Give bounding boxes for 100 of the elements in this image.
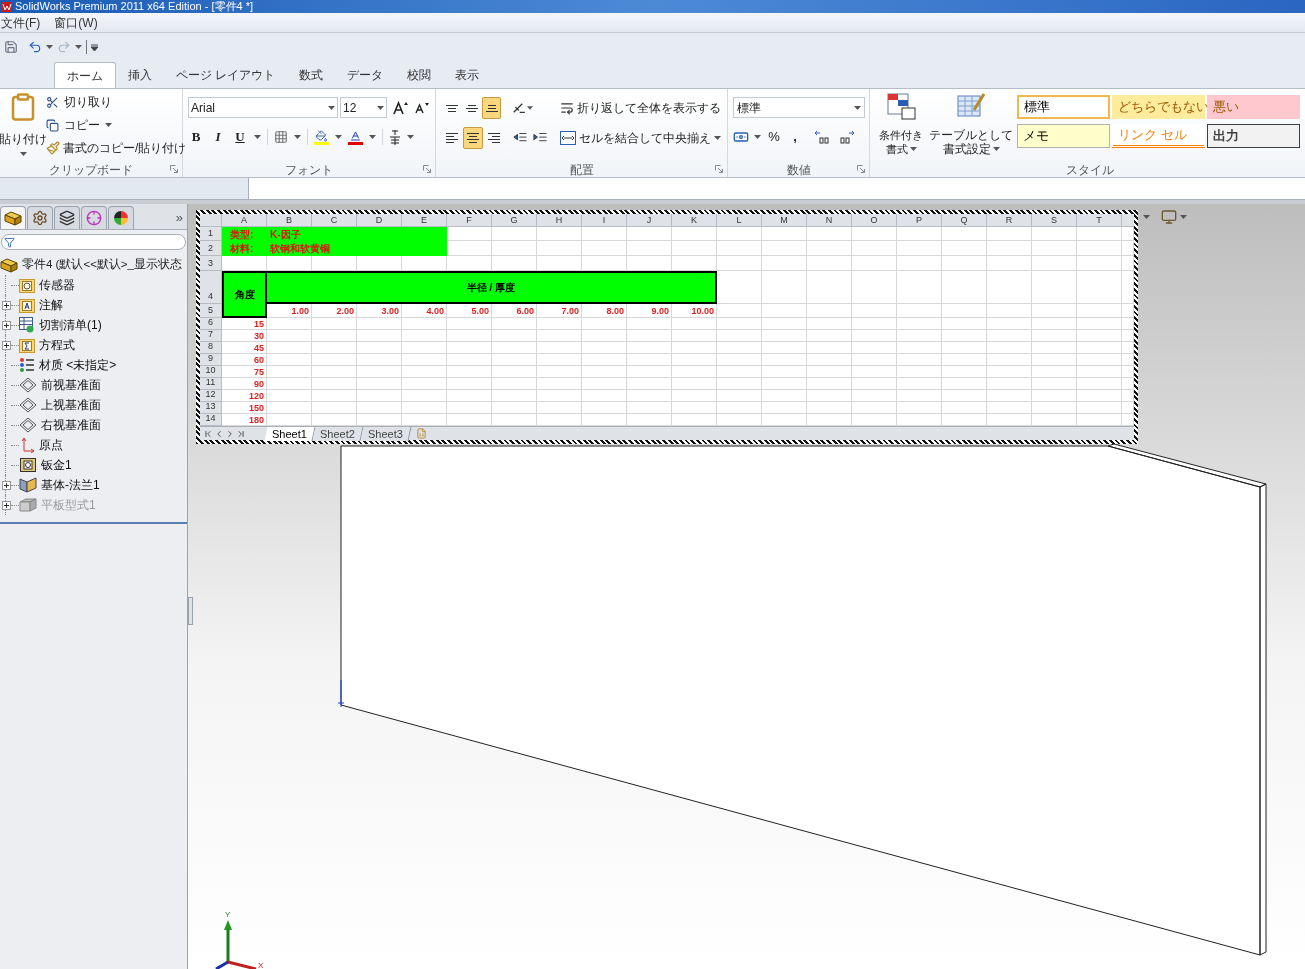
save-icon[interactable] <box>4 40 18 54</box>
phonetic-icon[interactable] <box>389 129 401 145</box>
column-header[interactable]: B <box>267 214 312 227</box>
conditional-format-button[interactable]: 条件付き 書式 <box>875 92 927 161</box>
row-header[interactable]: 14 <box>200 414 222 426</box>
tree-item[interactable]: 前视基准面 <box>41 376 101 394</box>
row-header[interactable]: 11 <box>200 378 222 390</box>
tree-item[interactable]: 上视基准面 <box>41 396 101 414</box>
fill-color-icon[interactable] <box>314 129 329 145</box>
shrink-font-icon[interactable] <box>415 101 429 114</box>
expand-icon[interactable] <box>2 480 11 490</box>
column-header[interactable]: C <box>312 214 357 227</box>
first-sheet-icon[interactable] <box>203 428 213 439</box>
format-button[interactable]: B <box>188 127 204 147</box>
column-header[interactable]: E <box>402 214 447 227</box>
cell-style-button[interactable]: 出力 <box>1207 124 1300 148</box>
menu-item[interactable]: 文件(F) <box>1 13 41 32</box>
row-header[interactable]: 9 <box>200 354 222 366</box>
previous-sheet-icon[interactable] <box>214 428 224 439</box>
number-format-field[interactable]: 標準 <box>733 97 865 118</box>
tree-item[interactable]: 零件4 (默认<<默认>_显示状态 <box>0 255 187 275</box>
cell-style-button[interactable]: 悪い <box>1207 95 1300 119</box>
row-header[interactable]: 6 <box>200 318 222 330</box>
increase-decimal-icon[interactable] <box>814 129 832 145</box>
row-header[interactable]: 13 <box>200 402 222 414</box>
dialog-launcher-icon[interactable] <box>857 165 865 173</box>
ribbon-tab[interactable]: データ <box>335 62 396 88</box>
row-header[interactable]: 12 <box>200 390 222 402</box>
cell-style-button[interactable]: メモ <box>1017 124 1110 148</box>
more-tabs-button[interactable]: » <box>175 206 183 229</box>
currency-icon[interactable] <box>733 129 749 145</box>
tree-item[interactable]: 方程式 <box>39 336 75 354</box>
tree-item[interactable]: 材质 <未指定> <box>39 356 117 374</box>
row-header[interactable]: 10 <box>200 366 222 378</box>
filter-field[interactable] <box>1 234 186 250</box>
row-header[interactable]: 1 <box>200 227 222 241</box>
last-sheet-icon[interactable] <box>236 428 246 439</box>
column-header[interactable]: A <box>222 214 267 227</box>
panel-tab[interactable] <box>108 206 134 229</box>
row-header[interactable]: 4 <box>200 271 222 304</box>
tree-item[interactable]: 钣金1 <box>41 456 72 474</box>
column-header[interactable]: K <box>672 214 717 227</box>
column-header[interactable]: J <box>627 214 672 227</box>
sheet-tab[interactable]: Sheet1 <box>264 426 316 441</box>
column-header[interactable]: T <box>1077 214 1122 227</box>
next-sheet-icon[interactable] <box>225 428 235 439</box>
row-header[interactable]: 2 <box>200 241 222 256</box>
panel-tab[interactable] <box>27 206 53 229</box>
format-button[interactable]: I <box>210 127 226 147</box>
expand-icon[interactable] <box>2 320 11 330</box>
column-header[interactable]: Q <box>942 214 987 227</box>
grow-font-icon[interactable] <box>393 100 409 115</box>
ribbon-tab[interactable]: 表示 <box>443 62 492 88</box>
borders-icon[interactable] <box>274 130 288 144</box>
row-header[interactable]: 7 <box>200 330 222 342</box>
column-header[interactable]: R <box>987 214 1032 227</box>
font-name-field[interactable]: Arial <box>188 97 338 118</box>
ribbon-tab[interactable]: 校閲 <box>395 62 444 88</box>
copy-button[interactable]: コピー <box>46 115 187 135</box>
row-header[interactable]: 3 <box>200 256 222 271</box>
cell-style-button[interactable]: 標準 <box>1017 95 1110 119</box>
menu-item[interactable]: 窗口(W) <box>54 13 98 32</box>
align-button[interactable] <box>463 127 484 149</box>
dialog-launcher-icon[interactable] <box>170 165 178 173</box>
ribbon-tab[interactable]: ホーム <box>54 62 116 88</box>
dialog-launcher-icon[interactable] <box>423 165 431 173</box>
tree-item[interactable]: 切割清单(1) <box>39 316 102 334</box>
panel-tab[interactable] <box>0 206 26 229</box>
font-color-icon[interactable] <box>348 129 363 145</box>
decrease-decimal-icon[interactable] <box>837 129 855 145</box>
sheet-tab[interactable]: Sheet2 <box>312 426 364 441</box>
row-header[interactable]: 5 <box>200 304 222 318</box>
tree-item[interactable]: 右视基准面 <box>41 416 101 434</box>
display-pane-icon[interactable] <box>1161 209 1177 225</box>
ribbon-tab[interactable]: 数式 <box>287 62 336 88</box>
column-header[interactable]: G <box>492 214 537 227</box>
ribbon-tab[interactable]: 挿入 <box>116 62 164 88</box>
merge-center-button[interactable]: セルを結合して中央揃え <box>560 129 721 147</box>
format-as-table-button[interactable]: テーブルとして 書式設定 <box>927 92 1015 161</box>
column-header[interactable]: S <box>1032 214 1077 227</box>
column-header[interactable]: M <box>762 214 807 227</box>
expand-icon[interactable] <box>2 340 11 350</box>
row-header[interactable]: 8 <box>200 342 222 354</box>
column-header[interactable]: L <box>717 214 762 227</box>
panel-collapse-handle[interactable] <box>188 597 193 625</box>
comma-button[interactable]: , <box>787 127 803 147</box>
column-header[interactable]: F <box>447 214 492 227</box>
column-header[interactable]: I <box>582 214 627 227</box>
column-header[interactable]: P <box>897 214 942 227</box>
panel-tab[interactable] <box>54 206 80 229</box>
align-button[interactable] <box>482 97 502 119</box>
tree-item[interactable]: 原点 <box>39 436 63 454</box>
tree-item[interactable]: 注解 <box>39 296 63 314</box>
wrap-text-button[interactable]: 折り返して全体を表示する <box>560 99 721 117</box>
font-size-field[interactable]: 12 <box>340 97 387 118</box>
format-button[interactable]: U <box>232 127 248 147</box>
column-header[interactable]: N <box>807 214 852 227</box>
dialog-launcher-icon[interactable] <box>715 165 723 173</box>
column-header[interactable]: O <box>852 214 897 227</box>
text-orientation-icon[interactable] <box>512 101 526 115</box>
